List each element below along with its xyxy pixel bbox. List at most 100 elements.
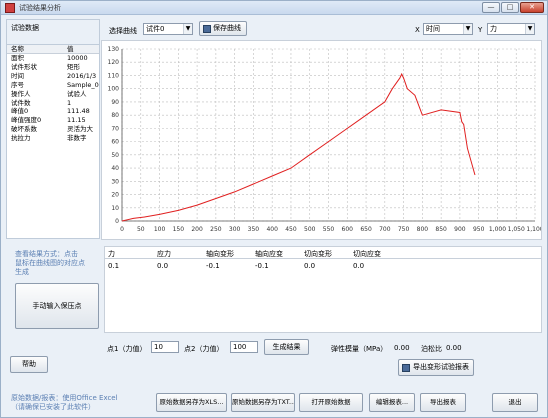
row-value: 试验人 xyxy=(67,89,87,98)
results-table[interactable]: 力 应力 轴向变形 轴向应变 切向变形 切向应变 0.1 0.0 -0.1 -0.1 0.0 0.0 xyxy=(104,246,542,333)
save-curve-button[interactable]: 保存曲线 xyxy=(199,21,247,36)
x-tick-label: 650 xyxy=(360,226,372,233)
table-cell: -0.1 xyxy=(255,262,269,270)
column-header: 轴向变形 xyxy=(206,250,234,258)
chevron-down-icon: ▼ xyxy=(525,24,534,34)
test-data-row[interactable]: 峰值0 111.48 xyxy=(7,107,99,116)
results-header: 力 应力 轴向变形 轴向应变 切向变形 切向应变 xyxy=(105,247,541,259)
y-axis-value: 力 xyxy=(490,25,497,33)
row-name: 面积 xyxy=(11,54,24,62)
test-data-row[interactable]: 时间 2016/1/3 xyxy=(7,72,99,81)
test-data-row[interactable]: 峰值强度0 11.15 xyxy=(7,116,99,125)
y-tick-label: 20 xyxy=(111,192,119,199)
row-value: 10000 xyxy=(67,54,88,62)
y-tick-label: 130 xyxy=(108,46,120,53)
row-value: 矩形 xyxy=(67,62,80,71)
curve-point xyxy=(328,141,329,143)
y-tick-label: 50 xyxy=(111,152,119,159)
curve-point xyxy=(421,114,423,116)
curve-point xyxy=(463,124,465,125)
export-report-label: 导出变形试验报表 xyxy=(413,363,469,371)
test-data-row[interactable]: 面积 10000 xyxy=(7,54,99,63)
test-data-row[interactable]: 操作人 试验人 xyxy=(7,90,99,99)
curve-point xyxy=(467,147,468,149)
table-cell: 0.1 xyxy=(108,262,120,270)
test-data-row[interactable]: 序号 Sample_0 xyxy=(7,81,99,90)
point2-input[interactable]: 100 xyxy=(230,341,258,353)
x-axis-label: X xyxy=(415,26,420,34)
x-tick-label: 350 xyxy=(248,226,260,233)
point1-input[interactable]: 10 xyxy=(151,341,179,353)
curve-point xyxy=(365,114,367,116)
curve-point xyxy=(132,217,134,219)
x-tick-label: 750 xyxy=(398,226,410,233)
column-header: 切向变形 xyxy=(304,250,332,258)
generate-result-button[interactable]: 生成结果 xyxy=(264,339,309,355)
test-data-row[interactable]: 破坏系数 灵活为大 xyxy=(7,125,99,134)
bottom-button-6[interactable]: 退出 xyxy=(492,393,538,412)
y-tick-label: 90 xyxy=(111,99,119,106)
curve-point xyxy=(196,204,198,206)
modulus-value: 0.00 xyxy=(394,344,410,352)
curve-point xyxy=(121,220,123,222)
curve-select-value: 试件0 xyxy=(146,25,165,33)
chart-panel[interactable]: 0 50 100 150 200 250 300 350 400 450 500 550 600 650 7… xyxy=(101,40,542,240)
chevron-down-icon: ▼ xyxy=(463,24,472,34)
x-tick-label: 1,050 xyxy=(508,226,525,233)
curve-point xyxy=(346,127,348,129)
table-cell: 0.0 xyxy=(157,262,169,270)
bottom-button-1[interactable]: 原始数据另存为XLS... xyxy=(156,393,227,412)
test-data-grid[interactable]: 名称 值 面积 10000 试件形状 矩形 时间 2016/1/3 序号 Sample_0 操作… xyxy=(7,44,99,238)
value-header: 值 xyxy=(67,45,74,53)
curve-point xyxy=(403,77,404,79)
x-tick-label: 850 xyxy=(435,226,447,233)
x-tick-label: 450 xyxy=(285,226,297,233)
row-value: 1 xyxy=(67,98,72,107)
table-cell: 0.0 xyxy=(304,262,316,270)
curve-point xyxy=(414,94,416,96)
curve-select[interactable]: 试件0 ▼ xyxy=(143,23,193,35)
y-tick-label: 80 xyxy=(111,112,119,119)
table-cell: -0.1 xyxy=(206,262,220,270)
curve-chart[interactable]: 0 50 100 150 200 250 300 350 400 450 500 550 600 650 7… xyxy=(102,41,541,239)
bottom-button-3[interactable]: 打开原始数据 xyxy=(299,393,363,412)
y-axis-select[interactable]: 力 ▼ xyxy=(487,23,535,35)
footer-note-line2: （请确保已安装了此软件） xyxy=(11,403,95,411)
column-header: 轴向应变 xyxy=(255,250,283,258)
close-button[interactable]: ✕ xyxy=(520,2,544,13)
export-report-button[interactable]: 导出变形试验报表 xyxy=(398,359,474,376)
row-name: 时间 xyxy=(11,71,24,80)
x-axis-select[interactable]: 时间 ▼ xyxy=(423,23,473,35)
minimize-button[interactable]: — xyxy=(482,2,500,13)
bottom-button-2[interactable]: 原始数据另存为TXT... xyxy=(231,393,295,412)
test-data-row[interactable]: 抗拉力 非数字 xyxy=(7,134,99,143)
x-axis-value: 时间 xyxy=(426,25,440,33)
x-tick-label: 1,000 xyxy=(489,226,506,233)
app-icon xyxy=(5,3,15,13)
help-button[interactable]: 帮助 xyxy=(10,356,48,373)
test-data-title: 试验数据 xyxy=(11,24,39,32)
row-value: 11.15 xyxy=(67,116,86,125)
x-tick-label: 150 xyxy=(173,226,185,233)
row-name: 试件形状 xyxy=(11,62,37,71)
save-curve-label: 保存曲线 xyxy=(213,24,241,32)
row-name: 峰值强度0 xyxy=(11,116,42,125)
bottom-button-5[interactable]: 导出报表 xyxy=(420,393,466,412)
curve-point xyxy=(459,112,461,113)
x-tick-label: 200 xyxy=(191,226,203,233)
maximize-button[interactable]: □ xyxy=(501,2,519,13)
row-value: 2016/1/3 xyxy=(67,71,97,80)
y-tick-label: 60 xyxy=(111,139,119,146)
row-name: 破坏系数 xyxy=(11,125,37,134)
save-icon xyxy=(203,25,211,33)
test-data-row[interactable]: 试件形状 矩形 xyxy=(7,63,99,72)
table-cell: 0.0 xyxy=(353,262,365,270)
manual-pressure-point-button[interactable]: 手动输入保压点 xyxy=(15,283,99,329)
column-header: 应力 xyxy=(157,250,171,258)
bottom-button-4[interactable]: 编辑报表... xyxy=(369,393,415,412)
row-name: 操作人 xyxy=(11,89,31,98)
window-title: 试验结果分析 xyxy=(19,4,61,12)
x-tick-label: 500 xyxy=(304,226,316,233)
poisson-label: 泊松比 xyxy=(421,345,442,353)
row-value: 灵活为大 xyxy=(67,125,93,134)
